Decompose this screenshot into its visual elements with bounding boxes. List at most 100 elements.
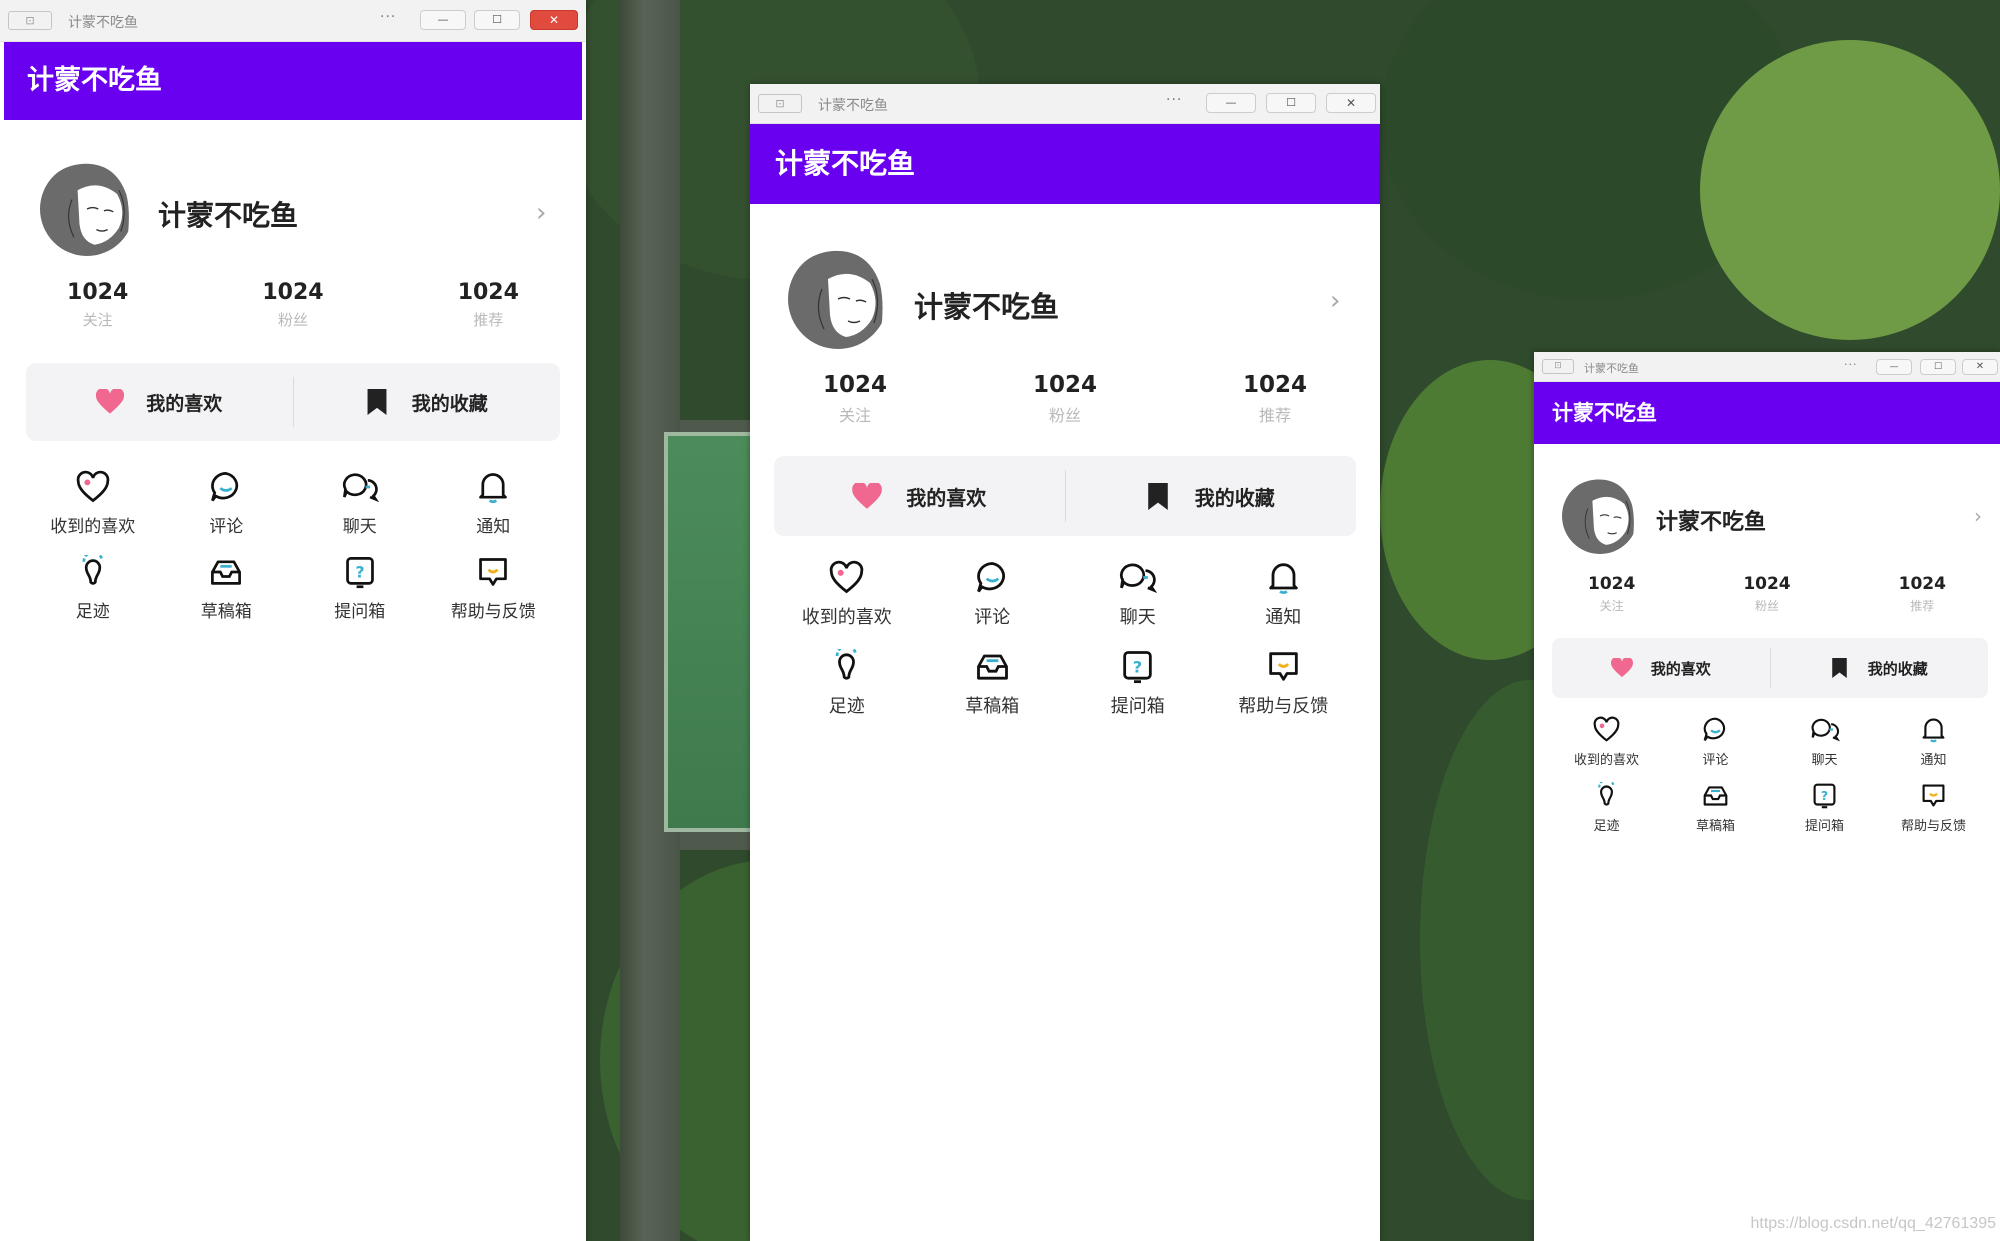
menu-item-chat[interactable]: 聊天 — [293, 470, 427, 537]
menu-item-notifications[interactable]: 通知 — [1879, 716, 1988, 768]
menu-item-question-box[interactable]: ? 提问箱 — [1770, 782, 1879, 834]
menu-item-notifications[interactable]: 通知 — [427, 470, 561, 537]
my-collections-button[interactable]: 我的收藏 — [1771, 658, 1989, 679]
favorites-card: 我的喜欢 我的收藏 — [26, 363, 560, 441]
avatar[interactable] — [40, 162, 134, 256]
bookmark-icon — [1831, 658, 1847, 678]
my-likes-button[interactable]: 我的喜欢 — [774, 482, 1065, 511]
menu-item-chat[interactable]: 聊天 — [1770, 716, 1879, 768]
question-box-icon: ? — [1813, 783, 1836, 809]
stat-following[interactable]: 1024 关注 — [1542, 574, 1682, 614]
app-header-title: 计蒙不吃鱼 — [1552, 401, 1657, 425]
more-options-button[interactable]: ··· — [1166, 92, 1182, 108]
minimize-button[interactable]: — — [420, 10, 466, 30]
heart-icon — [96, 389, 125, 414]
more-options-button[interactable]: ··· — [1844, 358, 1858, 371]
app-window-left: ⊡ 计蒙不吃鱼 ··· — ☐ ✕ 计蒙不吃鱼 计蒙不吃鱼 › 1024 关注 … — [0, 0, 586, 1241]
window-menu-icon[interactable]: ⊡ — [1542, 359, 1574, 374]
menu-item-help-feedback[interactable]: 帮助与反馈 — [427, 555, 561, 622]
user-name: 计蒙不吃鱼 — [914, 290, 1060, 324]
stat-following[interactable]: 1024 关注 — [13, 280, 183, 330]
menu-item-drafts[interactable]: 草稿箱 — [920, 649, 1066, 718]
maximize-button[interactable]: ☐ — [1266, 93, 1316, 113]
menu-grid: 收到的喜欢 评论 聊天 通知 足迹 草稿箱 ? 提问箱 帮助与反馈 — [26, 470, 560, 622]
close-button[interactable]: ✕ — [1962, 359, 1998, 375]
bell-icon — [479, 473, 508, 504]
avatar[interactable] — [788, 249, 888, 349]
window-titlebar[interactable]: ⊡ 计蒙不吃鱼 ··· — ☐ ✕ — [0, 0, 586, 42]
svg-text:?: ? — [1821, 788, 1828, 803]
menu-item-received-likes[interactable]: 收到的喜欢 — [1552, 716, 1661, 768]
avatar[interactable] — [1562, 478, 1638, 554]
my-likes-button[interactable]: 我的喜欢 — [1552, 658, 1770, 679]
menu-item-comments[interactable]: 评论 — [920, 560, 1066, 629]
window-title: 计蒙不吃鱼 — [68, 15, 138, 31]
chat-bubbles-icon — [1811, 718, 1840, 742]
my-collections-button[interactable]: 我的收藏 — [1066, 482, 1357, 511]
window-titlebar[interactable]: ⊡ 计蒙不吃鱼 ··· — ☐ ✕ — [750, 84, 1380, 124]
question-box-icon: ? — [1123, 651, 1152, 684]
menu-item-comments[interactable]: 评论 — [1661, 716, 1770, 768]
more-options-button[interactable]: ··· — [380, 9, 396, 25]
inbox-tray-icon — [976, 654, 1008, 680]
stat-recommended[interactable]: 1024 推荐 — [1852, 574, 1992, 614]
footprint-icon — [836, 649, 858, 680]
profile-row[interactable]: 计蒙不吃鱼 › — [0, 120, 586, 280]
close-button[interactable]: ✕ — [530, 10, 578, 30]
menu-item-notifications[interactable]: 通知 — [1211, 560, 1357, 629]
svg-text:?: ? — [355, 563, 364, 582]
stat-following[interactable]: 1024 关注 — [760, 372, 950, 426]
app-header: 计蒙不吃鱼 — [4, 42, 582, 120]
window-title: 计蒙不吃鱼 — [1584, 362, 1639, 375]
window-title: 计蒙不吃鱼 — [818, 98, 888, 114]
stat-followers[interactable]: 1024 粉丝 — [1697, 574, 1837, 614]
menu-item-received-likes[interactable]: 收到的喜欢 — [26, 470, 160, 537]
app-window-right: ⊡ 计蒙不吃鱼 ··· — ☐ ✕ 计蒙不吃鱼 计蒙不吃鱼 › 1024 关注 … — [1534, 352, 2000, 1241]
bookmark-icon — [1147, 482, 1168, 510]
chevron-right-icon[interactable]: › — [1974, 504, 1982, 528]
window-menu-icon[interactable]: ⊡ — [758, 94, 802, 113]
feedback-icon — [1269, 652, 1298, 681]
feedback-icon — [1922, 784, 1945, 807]
close-button[interactable]: ✕ — [1326, 93, 1376, 113]
menu-item-received-likes[interactable]: 收到的喜欢 — [774, 560, 920, 629]
my-collections-button[interactable]: 我的收藏 — [294, 389, 561, 416]
chat-bubbles-icon — [342, 473, 379, 503]
svg-text:?: ? — [1133, 657, 1142, 676]
stat-followers[interactable]: 1024 粉丝 — [970, 372, 1160, 426]
menu-item-drafts[interactable]: 草稿箱 — [1661, 782, 1770, 834]
footprint-icon — [1598, 782, 1615, 806]
comment-bubble-icon — [1703, 717, 1726, 741]
maximize-button[interactable]: ☐ — [1920, 359, 1956, 375]
stat-followers[interactable]: 1024 粉丝 — [208, 280, 378, 330]
profile-row[interactable]: 计蒙不吃鱼 › — [750, 204, 1380, 364]
window-menu-icon[interactable]: ⊡ — [8, 11, 52, 30]
bookmark-icon — [367, 389, 387, 415]
menu-item-footprints[interactable]: 足迹 — [1552, 782, 1661, 834]
menu-item-help-feedback[interactable]: 帮助与反馈 — [1879, 782, 1988, 834]
profile-row[interactable]: 计蒙不吃鱼 › — [1534, 444, 2000, 564]
menu-item-help-feedback[interactable]: 帮助与反馈 — [1211, 649, 1357, 718]
chevron-right-icon[interactable]: › — [536, 198, 546, 228]
minimize-button[interactable]: — — [1206, 93, 1256, 113]
menu-item-drafts[interactable]: 草稿箱 — [160, 555, 294, 622]
menu-item-chat[interactable]: 聊天 — [1065, 560, 1211, 629]
menu-item-comments[interactable]: 评论 — [160, 470, 294, 537]
stat-recommended[interactable]: 1024 推荐 — [403, 280, 573, 330]
bell-icon — [1269, 563, 1298, 595]
menu-grid: 收到的喜欢 评论 聊天 通知 足迹 草稿箱 ? 提问箱 帮助与反馈 — [774, 560, 1356, 718]
bell-icon — [1922, 718, 1945, 743]
my-likes-button[interactable]: 我的喜欢 — [26, 389, 293, 416]
minimize-button[interactable]: — — [1876, 359, 1912, 375]
maximize-button[interactable]: ☐ — [474, 10, 520, 30]
stat-recommended[interactable]: 1024 推荐 — [1180, 372, 1370, 426]
menu-item-question-box[interactable]: ? 提问箱 — [293, 555, 427, 622]
menu-item-footprints[interactable]: 足迹 — [774, 649, 920, 718]
stats-row: 1024 关注 1024 粉丝 1024 推荐 — [750, 372, 1380, 426]
menu-item-question-box[interactable]: ? 提问箱 — [1065, 649, 1211, 718]
window-titlebar[interactable]: ⊡ 计蒙不吃鱼 ··· — ☐ ✕ — [1534, 352, 2000, 382]
menu-item-footprints[interactable]: 足迹 — [26, 555, 160, 622]
stats-row: 1024 关注 1024 粉丝 1024 推荐 — [0, 280, 586, 330]
chevron-right-icon[interactable]: › — [1330, 286, 1340, 316]
inbox-tray-icon — [1703, 786, 1728, 806]
